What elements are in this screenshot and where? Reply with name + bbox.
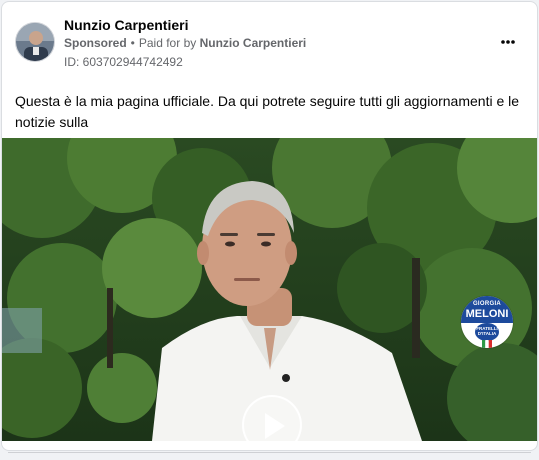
ad-id: ID: 603702944742492: [64, 55, 183, 69]
party-logo: GIORGIA MELONI FRATELLI D'ITALIA: [461, 296, 513, 348]
ad-card: Nunzio Carpentieri Sponsored • Paid for by…: [1, 1, 538, 451]
post-header: Nunzio Carpentieri Sponsored • Paid for by…: [2, 2, 537, 82]
separator-dot: •: [130, 36, 135, 50]
three-dots-icon: [501, 40, 515, 44]
paid-for-prefix: Paid for by: [138, 36, 197, 50]
logo-badge: FRATELLI D'ITALIA: [475, 323, 499, 341]
logo-badge-line2: D'ITALIA: [477, 331, 497, 336]
author-avatar[interactable]: [15, 22, 55, 62]
paid-for-name[interactable]: Nunzio Carpentieri: [200, 36, 307, 50]
logo-line2: MELONI: [465, 308, 509, 320]
logo-line1: GIORGIA: [472, 301, 502, 307]
play-icon: [265, 413, 285, 439]
divider: [8, 452, 531, 453]
logo-badge-text: FRATELLI D'ITALIA: [475, 326, 499, 336]
video-player[interactable]: GIORGIA MELONI FRATELLI D'ITALIA: [2, 138, 537, 441]
sponsorship-line: Sponsored • Paid for by Nunzio Carpentieri: [64, 36, 306, 50]
post-text: Questa è la mia pagina ufficiale. Da qui…: [15, 93, 520, 130]
more-options-button[interactable]: [494, 30, 522, 54]
author-name[interactable]: Nunzio Carpentieri: [64, 17, 188, 33]
flame-icon: [482, 340, 492, 348]
sponsored-label: Sponsored: [64, 36, 127, 50]
